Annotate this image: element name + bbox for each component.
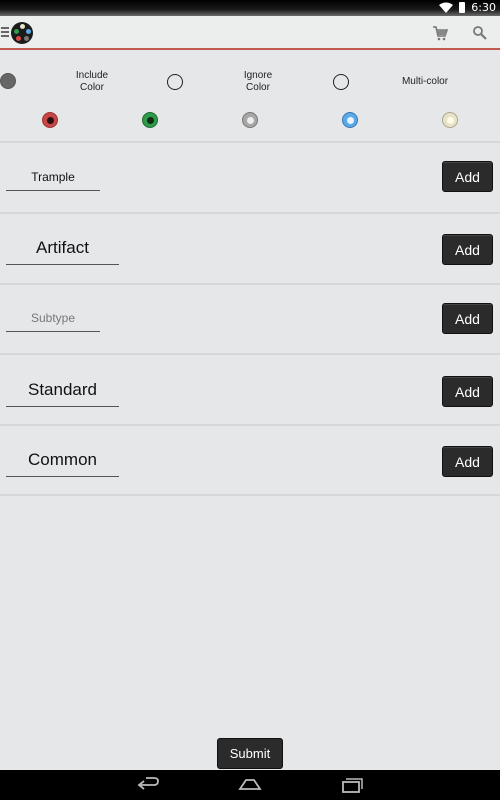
- type-filter-row: Artifact Add: [0, 214, 500, 284]
- add-format-button[interactable]: Add: [442, 376, 493, 407]
- add-subtype-button[interactable]: Add: [442, 303, 493, 334]
- subtype-filter-row: Subtype Add: [0, 285, 500, 355]
- submit-button[interactable]: Submit: [217, 738, 283, 769]
- add-keyword-button[interactable]: Add: [442, 161, 493, 192]
- include-color-radio[interactable]: [0, 73, 16, 89]
- status-bar: 6:30: [0, 0, 500, 16]
- blue-mana-icon[interactable]: [342, 112, 358, 128]
- multi-color-radio[interactable]: [333, 74, 349, 90]
- keyword-filter-row: Trample Add: [0, 143, 500, 213]
- ignore-color-label: Ignore Color: [243, 70, 273, 93]
- subtype-input[interactable]: Subtype: [6, 306, 100, 332]
- keyword-input[interactable]: Trample: [6, 165, 100, 191]
- divider: [0, 494, 500, 496]
- rarity-filter-row: Common Add: [0, 426, 500, 496]
- system-nav-bar: [0, 770, 500, 800]
- mana-color-toggles: [0, 112, 500, 130]
- format-filter-row: Standard Add: [0, 355, 500, 425]
- cart-icon[interactable]: [432, 25, 448, 41]
- type-select[interactable]: Artifact: [6, 235, 119, 265]
- red-mana-icon[interactable]: [42, 112, 58, 128]
- include-color-label: Include Color: [75, 70, 109, 93]
- app-logo[interactable]: [11, 22, 33, 44]
- status-icons: 6:30: [439, 1, 496, 14]
- clock: 6:30: [471, 1, 496, 14]
- green-mana-icon[interactable]: [142, 112, 158, 128]
- ignore-color-radio[interactable]: [167, 74, 183, 90]
- search-icon[interactable]: [472, 25, 488, 41]
- recents-icon[interactable]: [340, 776, 364, 794]
- color-filter-options: Include Color Ignore Color Multi-color: [0, 68, 500, 96]
- wifi-icon: [439, 2, 454, 13]
- menu-icon[interactable]: [1, 27, 9, 37]
- battery-icon: [459, 2, 466, 13]
- back-icon[interactable]: [136, 776, 160, 794]
- add-rarity-button[interactable]: Add: [442, 446, 493, 477]
- colorless-mana-icon[interactable]: [242, 112, 258, 128]
- rarity-select[interactable]: Common: [6, 447, 119, 477]
- add-type-button[interactable]: Add: [442, 234, 493, 265]
- home-icon[interactable]: [238, 776, 262, 794]
- action-bar: [0, 16, 500, 50]
- multi-color-label: Multi-color: [401, 76, 449, 87]
- format-select[interactable]: Standard: [6, 377, 119, 407]
- white-mana-icon[interactable]: [442, 112, 458, 128]
